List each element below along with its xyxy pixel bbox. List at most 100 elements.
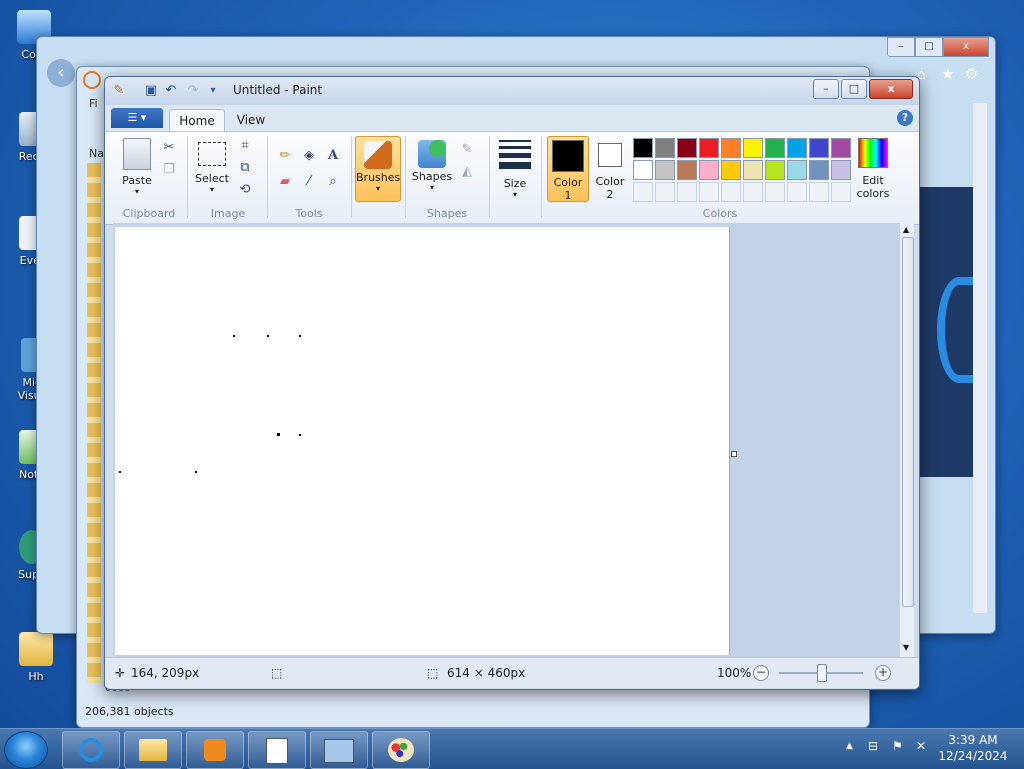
magnifier-icon[interactable]: ⌕ xyxy=(323,172,343,192)
edit-colors-button[interactable]: Edit colors xyxy=(853,136,893,200)
palette-swatch[interactable] xyxy=(809,160,829,180)
browser-scrollbar[interactable] xyxy=(973,103,987,613)
resize-icon[interactable]: ⧉ xyxy=(235,158,255,178)
save-icon[interactable]: ▣ xyxy=(143,83,159,99)
desktop-icon-folder[interactable]: Hh xyxy=(6,632,66,683)
divider xyxy=(187,136,188,218)
palette-swatch[interactable] xyxy=(677,138,697,158)
minimize-button[interactable]: – xyxy=(887,37,915,57)
shapes-button[interactable]: Shapes ▾ xyxy=(409,136,455,192)
palette-swatch[interactable] xyxy=(721,138,741,158)
palette-swatch[interactable] xyxy=(633,138,653,158)
palette-swatch[interactable] xyxy=(743,138,763,158)
color1-label: Color xyxy=(553,176,583,189)
undo-icon[interactable]: ↶ xyxy=(163,83,179,99)
rotate-icon[interactable]: ⟲ xyxy=(235,180,255,200)
palette-swatch-empty[interactable] xyxy=(765,182,785,202)
palette-swatch[interactable] xyxy=(699,138,719,158)
tab-view[interactable]: View xyxy=(227,109,275,131)
fill-shape-icon[interactable]: ◭ xyxy=(457,162,477,182)
brushes-button[interactable]: Brushes ▾ xyxy=(355,136,401,202)
eraser-icon[interactable]: ▰ xyxy=(275,172,295,192)
vertical-scrollbar[interactable]: ▲ ▼ xyxy=(899,223,914,657)
outline-icon[interactable]: ✎ xyxy=(457,140,477,160)
select-button[interactable]: Select ▾ xyxy=(193,136,231,194)
palette-swatch[interactable] xyxy=(787,160,807,180)
text-icon[interactable]: A xyxy=(323,146,343,166)
palette-swatch[interactable] xyxy=(699,160,719,180)
paste-label: Paste xyxy=(122,174,152,187)
palette-swatch[interactable] xyxy=(831,138,851,158)
taskbar-ie-button[interactable] xyxy=(62,731,120,769)
palette-swatch-empty[interactable] xyxy=(787,182,807,202)
favorites-icon[interactable]: ★ xyxy=(941,65,954,83)
clock[interactable]: 3:39 AM 12/24/2024 xyxy=(938,733,1008,763)
redo-icon[interactable]: ↷ xyxy=(185,83,201,99)
palette-swatch[interactable] xyxy=(721,160,741,180)
palette-swatch[interactable] xyxy=(765,160,785,180)
color2-button[interactable]: Color 2 xyxy=(591,136,629,201)
palette-swatch[interactable] xyxy=(831,160,851,180)
palette-swatch-empty[interactable] xyxy=(677,182,697,202)
column-header-name[interactable]: Na xyxy=(89,147,104,160)
palette-swatch-empty[interactable] xyxy=(699,182,719,202)
show-hidden-icons-button[interactable]: ▲ xyxy=(846,741,853,751)
tab-home[interactable]: Home xyxy=(169,109,225,132)
palette-swatch-empty[interactable] xyxy=(655,182,675,202)
palette-swatch[interactable] xyxy=(677,160,697,180)
fill-icon[interactable]: ◈ xyxy=(299,146,319,166)
palette-swatch[interactable] xyxy=(655,160,675,180)
zoom-slider-thumb[interactable] xyxy=(817,664,827,682)
palette-swatch[interactable] xyxy=(743,160,763,180)
zoom-in-button[interactable]: + xyxy=(875,665,891,681)
paint-window[interactable]: ✎ ▣ ↶ ↷ ▾ Untitled - Paint – □ x ☰ ▾ Hom… xyxy=(104,76,920,690)
zoom-out-button[interactable]: − xyxy=(753,665,769,681)
scroll-down-icon[interactable]: ▼ xyxy=(903,643,909,652)
palette-swatch-empty[interactable] xyxy=(809,182,829,202)
taskbar-paint-button[interactable] xyxy=(372,731,430,769)
palette-swatch-empty[interactable] xyxy=(721,182,741,202)
palette-swatch[interactable] xyxy=(809,138,829,158)
color2-label: Color xyxy=(595,175,625,188)
brush-icon xyxy=(364,141,392,169)
close-button[interactable]: x xyxy=(869,79,913,99)
menu-item-file[interactable]: Fi xyxy=(89,97,98,110)
crop-icon[interactable]: ⌗ xyxy=(235,136,255,156)
palette-swatch-empty[interactable] xyxy=(633,182,653,202)
maximize-button[interactable]: □ xyxy=(915,37,943,57)
network-icon[interactable]: ⊟ xyxy=(868,739,878,753)
back-button[interactable]: ‹ xyxy=(47,59,75,87)
scrollbar-thumb[interactable] xyxy=(902,237,914,607)
color-picker-icon[interactable]: ⁄ xyxy=(299,172,319,192)
cut-icon[interactable]: ✂ xyxy=(159,138,179,158)
scroll-up-icon[interactable]: ▲ xyxy=(903,225,909,234)
close-button[interactable]: x xyxy=(943,37,989,57)
color1-button[interactable]: Color 1 xyxy=(547,136,589,202)
file-menu-button[interactable]: ☰ ▾ xyxy=(111,108,163,128)
customize-quick-access-button[interactable]: ▾ xyxy=(205,83,221,99)
taskbar-explorer-button[interactable] xyxy=(124,731,182,769)
volume-muted-icon[interactable]: ✕ xyxy=(916,739,926,753)
maximize-button[interactable]: □ xyxy=(841,79,867,99)
palette-swatch[interactable] xyxy=(633,160,653,180)
palette-swatch[interactable] xyxy=(655,138,675,158)
canvas-resize-handle[interactable] xyxy=(731,451,737,457)
drawing-canvas[interactable] xyxy=(115,227,730,655)
flag-icon[interactable]: ⚑ xyxy=(892,739,903,753)
palette-swatch-empty[interactable] xyxy=(743,182,763,202)
palette-swatch[interactable] xyxy=(787,138,807,158)
palette-swatch-empty[interactable] xyxy=(831,182,851,202)
palette-swatch[interactable] xyxy=(765,138,785,158)
taskbar-remote-desktop-button[interactable] xyxy=(310,731,368,769)
title-bar[interactable]: ✎ ▣ ↶ ↷ ▾ Untitled - Paint – □ x xyxy=(105,77,919,105)
gear-icon[interactable]: ⚙ xyxy=(965,65,978,83)
copy-icon[interactable]: ❐ xyxy=(159,160,179,180)
pencil-icon[interactable]: ✏ xyxy=(275,146,295,166)
help-icon[interactable]: ? xyxy=(897,110,913,126)
taskbar-media-player-button[interactable] xyxy=(186,731,244,769)
paste-button[interactable]: Paste ▾ xyxy=(117,136,157,196)
minimize-button[interactable]: – xyxy=(813,79,839,99)
size-button[interactable]: Size ▾ xyxy=(495,136,535,199)
start-button[interactable] xyxy=(4,731,48,769)
taskbar-notepad-button[interactable] xyxy=(248,731,306,769)
